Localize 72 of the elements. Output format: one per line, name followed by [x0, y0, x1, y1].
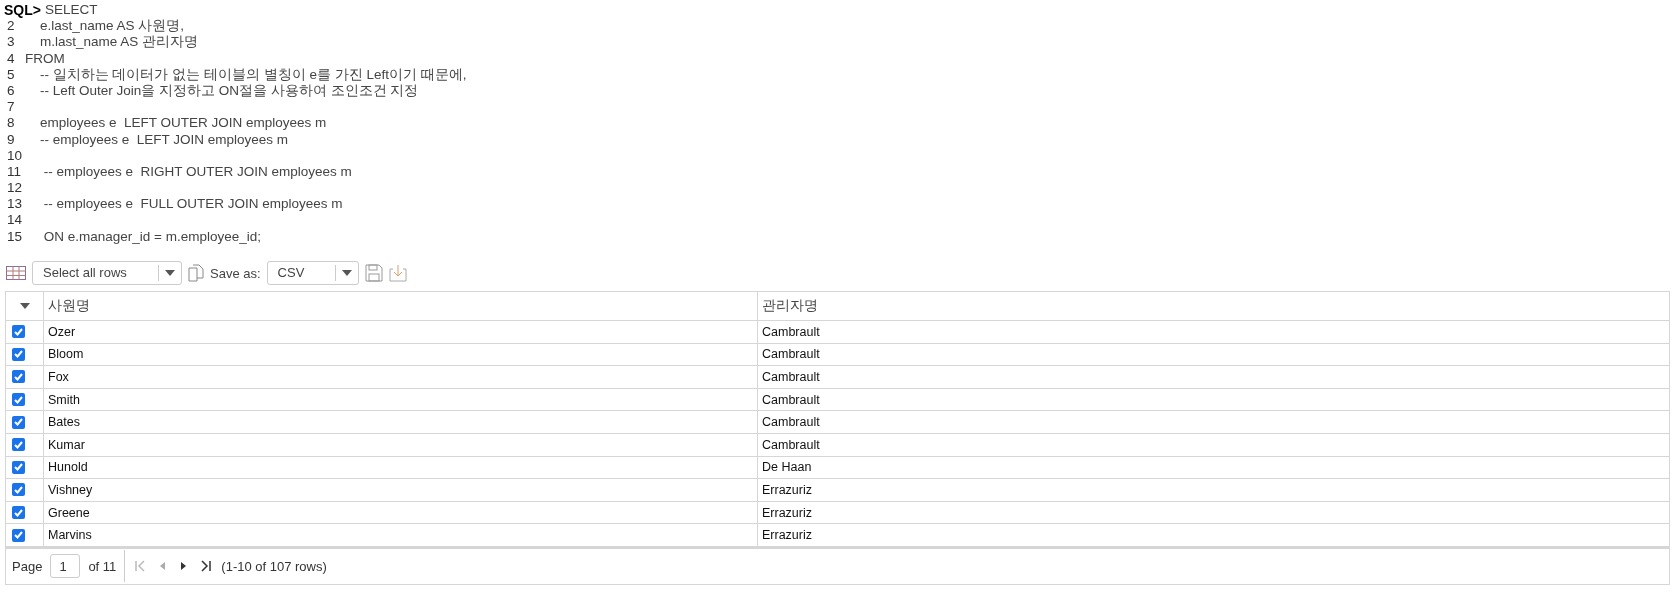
download-icon[interactable] — [388, 264, 407, 282]
code-line: m.last_name AS 관리자명 — [39, 34, 199, 51]
page-label: Page — [12, 558, 43, 574]
line-number: 4 — [6, 50, 16, 67]
table-cell: Cambrault — [757, 365, 1670, 389]
table-cell: Cambrault — [757, 433, 1670, 457]
format-dropdown[interactable]: CSV — [266, 261, 359, 285]
page-count: of 11 — [88, 558, 117, 574]
caret-icon[interactable] — [19, 303, 30, 309]
row-checkbox[interactable] — [12, 506, 25, 520]
line-number: 9 — [6, 131, 16, 148]
table-cell: Fox — [43, 365, 758, 389]
row-checkbox[interactable] — [12, 325, 25, 339]
line-number: 10 — [6, 147, 24, 164]
line-number: 15 — [6, 228, 24, 245]
table-cell: Kumar — [43, 433, 758, 457]
code-line: -- 일치하는 데이터가 없는 테이블의 별칭이 e를 가진 Left이기 때문에, — [39, 66, 467, 83]
code-line: -- Left Outer Join을 지정하고 ON절을 사용하여 조인조건 지정 — [39, 82, 419, 100]
row-checkbox[interactable] — [12, 370, 25, 384]
column-header[interactable]: 사원명 — [43, 291, 758, 321]
row-summary: (1-10 of 107 rows) — [221, 558, 327, 574]
last-page-icon[interactable] — [199, 559, 214, 574]
line-number: 14 — [6, 212, 24, 229]
table-cell: Cambrault — [757, 343, 1670, 366]
code-line: FROM — [25, 50, 65, 67]
line-number: 6 — [6, 82, 16, 100]
table-cell: Marvins — [43, 523, 758, 548]
line-number: 8 — [6, 115, 16, 132]
row-checkbox[interactable] — [12, 347, 25, 361]
table-cell: Cambrault — [757, 410, 1670, 434]
table-cell: Errazuriz — [757, 523, 1670, 548]
code-line: -- employees e FULL OUTER JOIN employees m — [42, 196, 343, 213]
table-cell: Smith — [43, 388, 758, 411]
row-checkbox[interactable] — [12, 438, 25, 452]
line-number: 11 — [6, 163, 22, 181]
table-cell: Cambrault — [757, 320, 1670, 344]
code-line: e.last_name AS 사원명, — [39, 18, 185, 35]
table-cell: Hunold — [43, 456, 758, 479]
copy-icon[interactable] — [188, 264, 204, 282]
row-checkbox[interactable] — [12, 483, 25, 497]
code-line: ON e.manager_id = m.employee_id; — [42, 228, 261, 245]
code-line: -- employees e LEFT JOIN employees m — [39, 131, 289, 148]
code-line: -- employees e RIGHT OUTER JOIN employees m — [42, 163, 352, 181]
row-checkbox[interactable] — [12, 460, 25, 474]
grid-icon[interactable] — [6, 266, 26, 280]
row-checkbox[interactable] — [12, 393, 25, 407]
table-cell: Bloom — [43, 343, 758, 366]
row-checkbox[interactable] — [12, 415, 25, 429]
line-number: 2 — [6, 18, 16, 35]
table-cell: Cambrault — [757, 388, 1670, 411]
sql-prompt: SQL> — [4, 2, 41, 19]
table-cell: Ozer — [43, 320, 758, 344]
line-number: 5 — [6, 66, 16, 83]
line-number: 7 — [6, 99, 16, 116]
table-cell: Greene — [43, 501, 758, 524]
save-as-label: Save as: — [210, 265, 261, 281]
table-cell: Vishney — [43, 478, 758, 502]
code-line: SELECT — [44, 2, 98, 19]
table-cell: Errazuriz — [757, 501, 1670, 524]
column-header[interactable]: 관리자명 — [757, 291, 1670, 321]
line-number: 13 — [6, 196, 24, 213]
code-line: employees e LEFT OUTER JOIN employees m — [39, 115, 327, 132]
table-cell: Bates — [43, 410, 758, 434]
row-checkbox[interactable] — [12, 528, 25, 542]
caret-icon[interactable] — [165, 270, 175, 276]
line-number: 12 — [6, 180, 24, 197]
select-rows-dropdown[interactable]: Select all rows — [32, 261, 182, 285]
table-cell: Errazuriz — [757, 478, 1670, 502]
page-field[interactable]: 1 — [50, 554, 81, 579]
caret-icon[interactable] — [341, 270, 352, 276]
line-number: 3 — [6, 34, 16, 51]
table-cell: De Haan — [757, 456, 1670, 479]
